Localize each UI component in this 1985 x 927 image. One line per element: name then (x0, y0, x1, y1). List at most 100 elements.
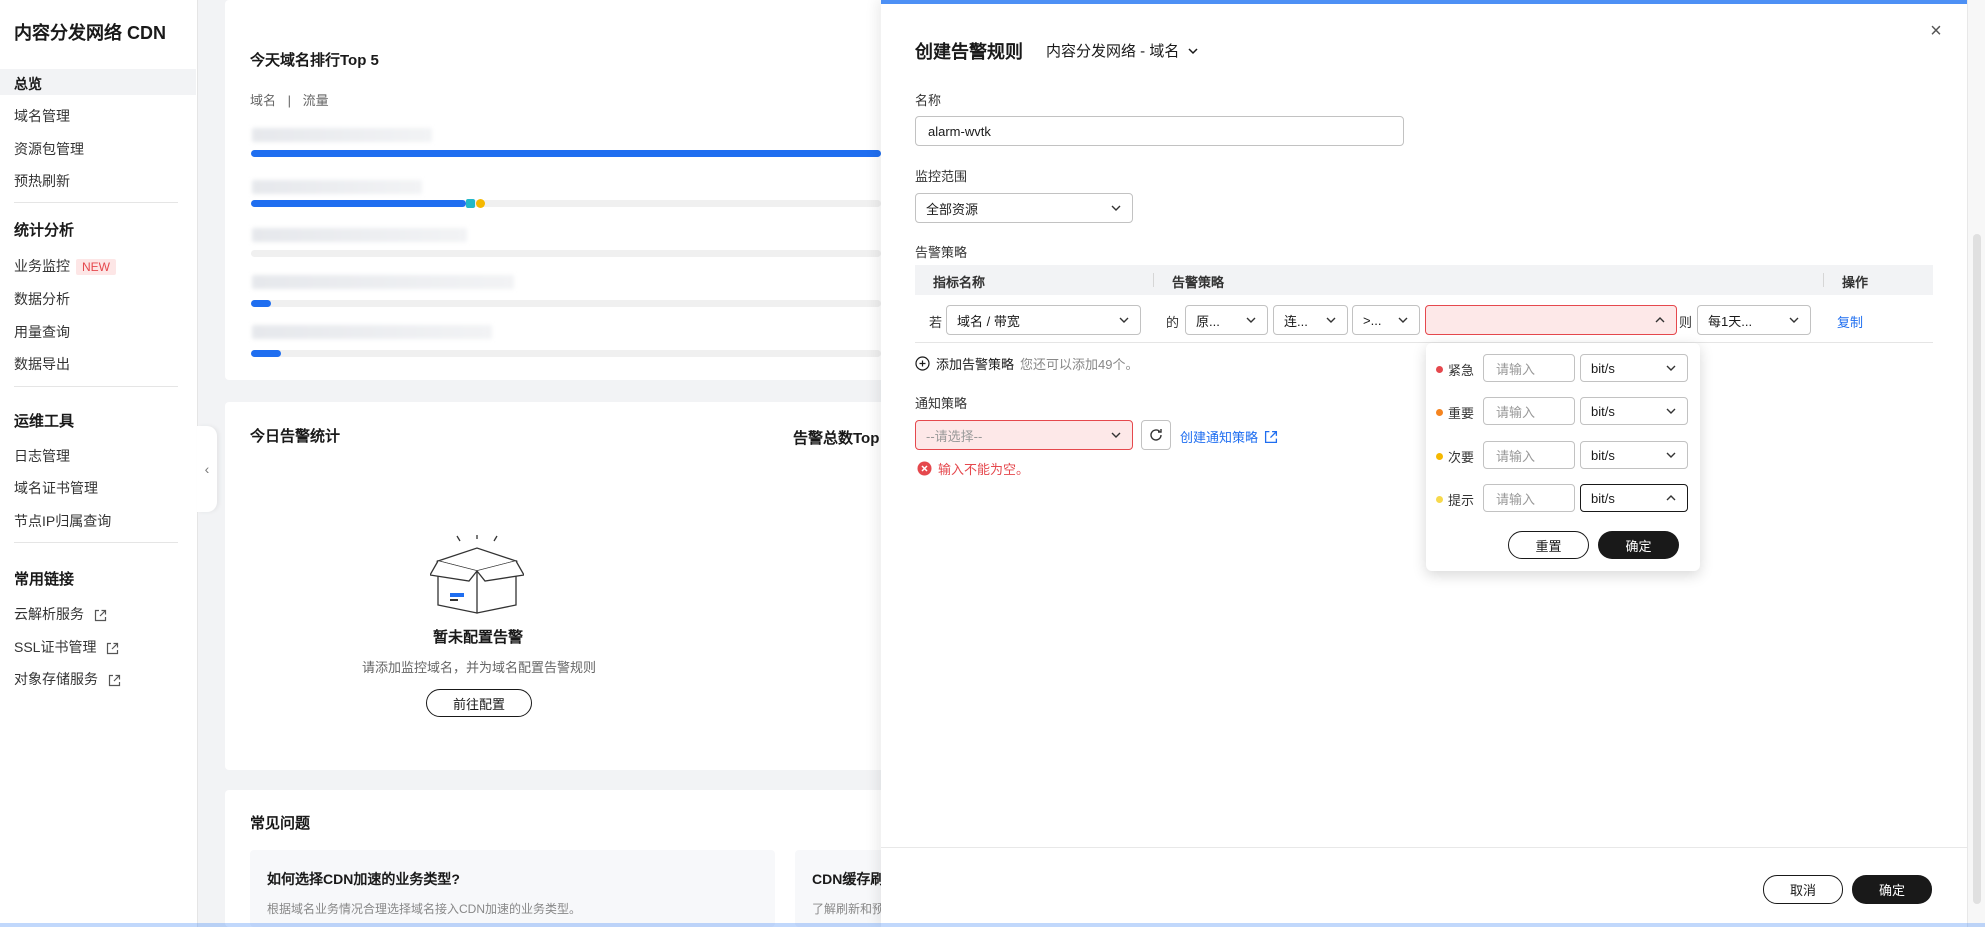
sidebar-item-data-export[interactable]: 数据导出 (14, 354, 70, 374)
sidebar-item-resource-packages[interactable]: 资源包管理 (14, 139, 84, 159)
sidebar-item-prefetch-refresh[interactable]: 预热刷新 (14, 171, 70, 191)
unit-value: bit/s (1591, 360, 1615, 376)
popover-confirm-button[interactable]: 确定 (1598, 531, 1679, 559)
blurred-domain (252, 275, 514, 289)
frequency-select[interactable]: 每1天... (1697, 305, 1811, 335)
popover-reset-button[interactable]: 重置 (1508, 531, 1589, 559)
chevron-down-icon (1111, 432, 1121, 438)
rank-bar (251, 350, 281, 357)
faq-item-desc: 根据域名业务情况合理选择域名接入CDN加速的业务类型。 (267, 902, 582, 916)
level-info: 提示 (1436, 490, 1474, 509)
input-placeholder: 请输入 (1496, 404, 1536, 420)
external-link-icon (108, 674, 120, 686)
faq-title: 常见问题 (250, 815, 311, 832)
sidebar-item-data-analysis[interactable]: 数据分析 (14, 289, 70, 309)
col-metric: 指标名称 (933, 275, 986, 290)
go-configure-button[interactable]: 前往配置 (426, 689, 532, 717)
level-critical: 紧急 (1436, 360, 1474, 379)
add-policy-button[interactable]: 添加告警策略 您还可以添加49个。 (915, 354, 1138, 373)
empty-state-title: 暂未配置告警 (433, 629, 524, 646)
period-value: 连... (1284, 313, 1308, 329)
scope-select[interactable]: 全部资源 (915, 193, 1133, 223)
level-label: 紧急 (1448, 363, 1475, 378)
rank-bar-segment (476, 199, 485, 208)
metric-value: 域名 / 带宽 (957, 313, 1020, 329)
cancel-button[interactable]: 取消 (1763, 875, 1843, 904)
period-select[interactable]: 连... (1273, 305, 1348, 335)
drawer-scrollbar[interactable] (1967, 0, 1985, 927)
chevron-down-icon (1666, 452, 1676, 458)
column-divider (1823, 273, 1824, 287)
sidebar-item-domain-management[interactable]: 域名管理 (14, 106, 70, 126)
notify-select[interactable]: --请选择-- (915, 420, 1133, 450)
policy-table-header: 指标名称 告警策略 操作 (915, 265, 1933, 295)
error-icon (917, 461, 932, 476)
statistic-select[interactable]: 原... (1185, 305, 1268, 335)
info-unit-select[interactable]: bit/s (1580, 484, 1688, 512)
sidebar-item-node-ip-lookup[interactable]: 节点IP归属查询 (14, 511, 111, 531)
name-input[interactable]: alarm-wvtk (915, 116, 1404, 146)
sidebar-link-oss[interactable]: 对象存储服务 (14, 669, 121, 689)
sidebar-group-stats: 统计分析 (14, 222, 75, 239)
major-unit-select[interactable]: bit/s (1580, 397, 1688, 425)
tab-domain[interactable]: 域名 (250, 93, 276, 108)
policy-label: 告警策略 (915, 245, 968, 260)
column-divider (1153, 273, 1154, 287)
new-badge: NEW (76, 259, 116, 275)
drawer-title: 创建告警规则 (915, 42, 1023, 62)
scrollbar-thumb[interactable] (1973, 234, 1981, 904)
sidebar-group-ops: 运维工具 (14, 413, 75, 430)
sidebar-collapse-button[interactable]: ‹ (197, 426, 217, 512)
sidebar: 内容分发网络 CDN 总览 域名管理 资源包管理 预热刷新 统计分析 业务监控 N… (0, 0, 198, 927)
service-dropdown[interactable]: 内容分发网络 - 域名 (1046, 40, 1199, 61)
statistic-value: 原... (1196, 313, 1220, 329)
add-policy-label: 添加告警策略 (936, 357, 1015, 372)
error-text: 输入不能为空。 (938, 462, 1030, 477)
minor-threshold-input[interactable]: 请输入 (1483, 441, 1575, 469)
chevron-up-icon (1666, 495, 1676, 501)
sidebar-link-label: 云解析服务 (14, 606, 84, 622)
critical-unit-select[interactable]: bit/s (1580, 354, 1688, 382)
sidebar-item-business-monitor[interactable]: 业务监控 NEW (14, 256, 116, 276)
empty-state-desc: 请添加监控域名，并为域名配置告警规则 (362, 660, 597, 675)
sidebar-group-links: 常用链接 (14, 571, 75, 588)
create-notify-link[interactable]: 创建通知策略 (1180, 427, 1278, 446)
add-circle-icon (915, 356, 930, 371)
close-icon[interactable]: × (1927, 21, 1945, 41)
scope-value: 全部资源 (926, 201, 979, 217)
sidebar-link-ssl[interactable]: SSL证书管理 (14, 637, 119, 657)
chevron-up-icon (1655, 317, 1665, 323)
confirm-button[interactable]: 确定 (1852, 875, 1932, 904)
rank-bar (251, 300, 271, 307)
level-dot (1436, 409, 1443, 416)
info-threshold-input[interactable]: 请输入 (1483, 484, 1575, 512)
alarm-stats-title: 今日告警统计 (250, 428, 341, 445)
external-link-icon (94, 609, 106, 621)
name-label: 名称 (915, 93, 942, 108)
external-link-icon (107, 642, 119, 654)
sidebar-item-overview[interactable]: 总览 (14, 74, 42, 94)
notify-error-message: 输入不能为空。 (917, 459, 1029, 478)
sidebar-item-domain-cert[interactable]: 域名证书管理 (14, 478, 98, 498)
faq-item[interactable]: 如何选择CDN加速的业务类型? 根据域名业务情况合理选择域名接入CDN加速的业务… (250, 850, 775, 927)
sidebar-item-log-management[interactable]: 日志管理 (14, 446, 70, 466)
rank-bar-track (251, 300, 881, 307)
row-if-text: 若 (929, 315, 943, 330)
sidebar-link-dns[interactable]: 云解析服务 (14, 604, 107, 624)
chevron-down-icon (1666, 408, 1676, 414)
sidebar-divider (14, 386, 178, 387)
chevron-down-icon (1246, 317, 1256, 323)
copy-link[interactable]: 复制 (1837, 312, 1863, 331)
create-notify-label: 创建通知策略 (1180, 430, 1259, 445)
refresh-icon (1150, 429, 1162, 441)
major-threshold-input[interactable]: 请输入 (1483, 397, 1575, 425)
operator-select[interactable]: >... (1352, 305, 1420, 335)
metric-select[interactable]: 域名 / 带宽 (946, 305, 1141, 335)
faq-item[interactable]: CDN缓存刷 了解刷新和预 (795, 850, 895, 927)
sidebar-item-usage-query[interactable]: 用量查询 (14, 322, 70, 342)
critical-threshold-input[interactable]: 请输入 (1483, 354, 1575, 382)
tab-traffic[interactable]: 流量 (303, 93, 329, 108)
threshold-select[interactable] (1425, 305, 1677, 335)
refresh-button[interactable] (1141, 420, 1171, 450)
minor-unit-select[interactable]: bit/s (1580, 441, 1688, 469)
